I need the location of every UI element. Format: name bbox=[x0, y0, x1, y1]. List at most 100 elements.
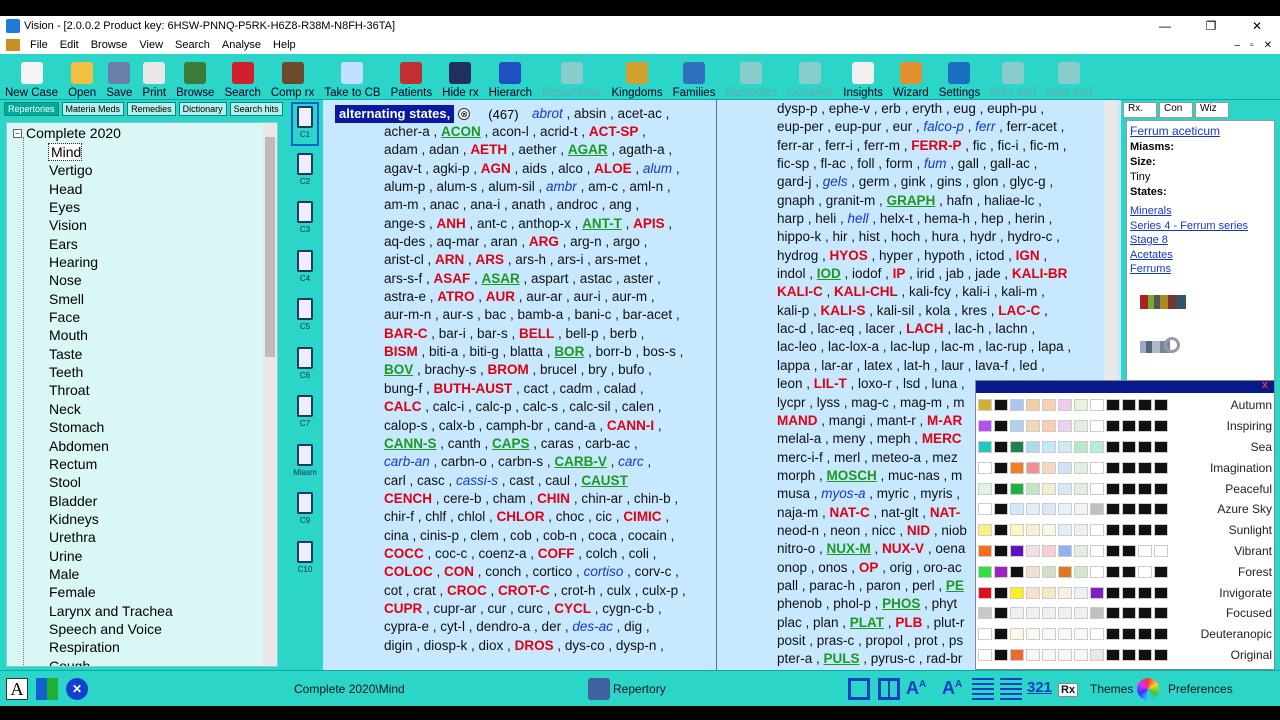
two-column-icon[interactable] bbox=[878, 678, 900, 700]
tree-item-mouth[interactable]: Mouth bbox=[47, 326, 173, 344]
remedy-link[interactable]: ambr bbox=[546, 179, 577, 194]
tree-item-teeth[interactable]: Teeth bbox=[47, 363, 173, 381]
remedy-link[interactable]: HYOS bbox=[830, 248, 868, 263]
toolbar-families-button[interactable]: Families bbox=[668, 55, 721, 99]
remedy-link[interactable]: carb-an bbox=[384, 454, 430, 469]
clipboard-c10[interactable]: C10 bbox=[291, 539, 319, 583]
tree-item-larynx-and-trachea[interactable]: Larynx and Trachea bbox=[47, 602, 173, 620]
remedy-link[interactable]: ASAF bbox=[434, 271, 471, 286]
remedy-link[interactable]: CHIN bbox=[537, 491, 570, 506]
tree-item-respiration[interactable]: Respiration bbox=[47, 638, 173, 656]
remedy-name-link[interactable]: Ferrum aceticum bbox=[1130, 124, 1271, 138]
tree-scroll-thumb[interactable] bbox=[265, 137, 275, 357]
rubric-title[interactable]: alternating states, bbox=[335, 105, 455, 123]
remedy-link[interactable]: CAPS bbox=[492, 436, 530, 451]
remedy-link[interactable]: ANH bbox=[437, 216, 466, 231]
menu-file[interactable]: File bbox=[24, 39, 54, 51]
remedy-link[interactable]: PLAT bbox=[850, 615, 884, 630]
toolbar-hide-rx-button[interactable]: Hide rx bbox=[437, 55, 483, 99]
remedy-link[interactable]: CROC bbox=[447, 583, 487, 598]
remedy-link[interactable]: ARN bbox=[435, 252, 464, 267]
tree-item-hearing[interactable]: Hearing bbox=[47, 253, 173, 271]
remedy-link[interactable]: ARG bbox=[529, 234, 559, 249]
tab-materia-meds[interactable]: Materia Meds bbox=[61, 102, 125, 116]
theme-sunlight[interactable]: Sunlight bbox=[976, 520, 1276, 541]
tab-dictionary[interactable]: Dictionary bbox=[178, 102, 227, 116]
remedy-link[interactable]: ALOE bbox=[594, 161, 632, 176]
remedy-link[interactable]: ASAR bbox=[482, 271, 520, 286]
toolbar-search-button[interactable]: Search bbox=[219, 55, 265, 99]
theme-forest[interactable]: Forest bbox=[976, 561, 1276, 582]
status-preferences[interactable]: Preferences bbox=[1168, 682, 1233, 696]
tree-item-abdomen[interactable]: Abdomen bbox=[47, 437, 173, 455]
remedy-link[interactable]: BELL bbox=[519, 326, 554, 341]
link-stage[interactable]: Stage 8 bbox=[1130, 233, 1271, 248]
theme-imagination[interactable]: Imagination bbox=[976, 457, 1276, 478]
toolbar-print-button[interactable]: Print bbox=[137, 55, 171, 99]
menu-browse[interactable]: Browse bbox=[85, 39, 134, 51]
toolbar-open-button[interactable]: Open bbox=[63, 55, 101, 99]
outdent-icon[interactable] bbox=[1000, 678, 1022, 700]
remedy-link[interactable]: BUTH-AUST bbox=[434, 381, 513, 396]
remedy-link[interactable]: FERR-P bbox=[911, 138, 961, 153]
remedy-link[interactable]: LACH bbox=[906, 321, 944, 336]
toolbar-combine-button[interactable]: Combine bbox=[782, 55, 838, 99]
remedy-link[interactable]: BOR bbox=[554, 344, 584, 359]
tree-item-male[interactable]: Male bbox=[47, 565, 173, 583]
clipboard-c4[interactable]: C4 bbox=[291, 248, 319, 292]
tree-item-urine[interactable]: Urine bbox=[47, 547, 173, 565]
remedy-link[interactable]: carc bbox=[618, 454, 644, 469]
theme-focused[interactable]: Focused bbox=[976, 603, 1276, 624]
remedy-link[interactable]: LIL-T bbox=[814, 376, 847, 391]
remedy-link[interactable]: MOSCH bbox=[827, 468, 877, 483]
theme-sea[interactable]: Sea bbox=[976, 437, 1276, 458]
tab-remedies[interactable]: Remedies bbox=[127, 102, 176, 116]
remedy-link[interactable]: ACT-SP bbox=[589, 124, 639, 139]
toolbar-prev-xref-button[interactable]: Prev xref bbox=[985, 55, 1041, 99]
single-column-icon[interactable] bbox=[848, 678, 870, 700]
clipboard-c6[interactable]: C6 bbox=[291, 345, 319, 389]
tree-item-vision[interactable]: Vision bbox=[47, 216, 173, 234]
remedy-link[interactable]: ARS bbox=[476, 252, 505, 267]
remedy-link[interactable]: fum bbox=[924, 156, 947, 171]
rx-icon[interactable]: Rx bbox=[1058, 683, 1079, 697]
remedy-link[interactable]: CON bbox=[444, 564, 474, 579]
toolbar-next-xref-button[interactable]: Next xref bbox=[1041, 55, 1097, 99]
app-menu-icon[interactable] bbox=[6, 39, 20, 51]
remedy-link[interactable]: CUPR bbox=[384, 601, 422, 616]
remedy-link[interactable]: CARB-V bbox=[554, 454, 607, 469]
menu-edit[interactable]: Edit bbox=[54, 39, 85, 51]
remedy-link[interactable]: NUX-M bbox=[827, 541, 871, 556]
tree-item-speech-and-voice[interactable]: Speech and Voice bbox=[47, 620, 173, 638]
remedy-link[interactable]: NID bbox=[907, 523, 930, 538]
remedy-link[interactable]: AGAR bbox=[568, 142, 608, 157]
toolbar-comp-rx-button[interactable]: Comp rx bbox=[266, 55, 319, 99]
remedy-link[interactable]: BROM bbox=[488, 362, 529, 377]
remedy-link[interactable]: ACON bbox=[441, 124, 481, 139]
tree-item-urethra[interactable]: Urethra bbox=[47, 528, 173, 546]
tab-search-hits[interactable]: Search hits bbox=[229, 102, 283, 116]
remedy-link[interactable]: PE bbox=[946, 578, 964, 593]
clipboard-c2[interactable]: C2 bbox=[291, 151, 319, 195]
link-acetates[interactable]: Acetates bbox=[1130, 248, 1271, 263]
toolbar-settings-button[interactable]: Settings bbox=[934, 55, 986, 99]
remedy-link[interactable]: COCC bbox=[384, 546, 424, 561]
tree-item-stomach[interactable]: Stomach bbox=[47, 418, 173, 436]
link-ferrums[interactable]: Ferrums bbox=[1130, 262, 1271, 277]
remedy-link[interactable]: GRAPH bbox=[887, 193, 936, 208]
remedy-link[interactable]: hell bbox=[848, 211, 869, 226]
remedy-link[interactable]: BISM bbox=[384, 344, 418, 359]
remedy-link[interactable]: OP bbox=[859, 560, 879, 575]
toolbar-new-case-button[interactable]: New Case bbox=[0, 55, 63, 99]
tree-item-rectum[interactable]: Rectum bbox=[47, 455, 173, 473]
close-button[interactable]: ✕ bbox=[1234, 19, 1280, 33]
count-icon[interactable]: 321 bbox=[1027, 679, 1052, 696]
toolbar-insights-button[interactable]: Insights bbox=[838, 55, 888, 99]
menu-search[interactable]: Search bbox=[169, 39, 216, 51]
repertory-icon[interactable] bbox=[588, 678, 610, 700]
theme-autumn[interactable]: Autumn bbox=[976, 395, 1276, 416]
rubric-close-icon[interactable]: ⊗ bbox=[458, 108, 471, 120]
theme-peaceful[interactable]: Peaceful bbox=[976, 478, 1276, 499]
remedy-link[interactable]: cassi-s bbox=[456, 473, 498, 488]
menu-view[interactable]: View bbox=[133, 39, 169, 51]
